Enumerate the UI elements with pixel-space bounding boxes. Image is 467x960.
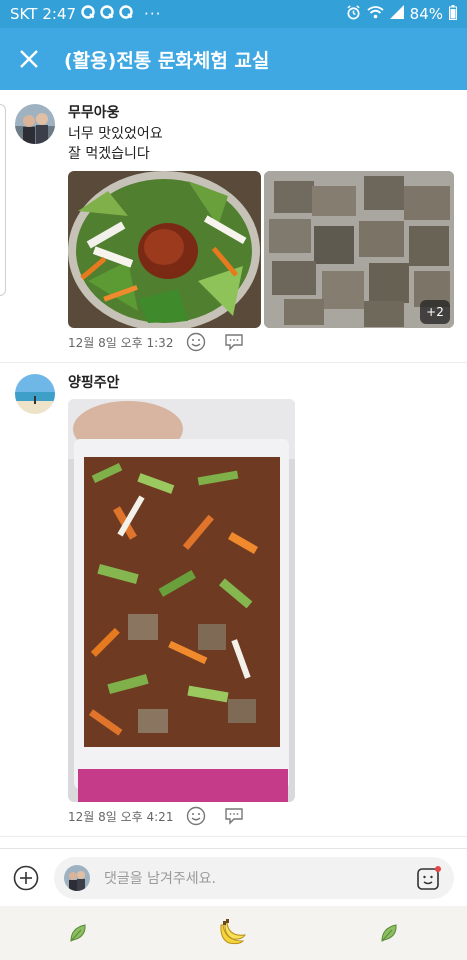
- emoji-reaction-button[interactable]: [184, 805, 208, 827]
- nav-item-center[interactable]: [213, 913, 253, 953]
- banana-icon: [220, 919, 247, 945]
- timestamp: 12월 8일 오후 4:21: [68, 809, 174, 824]
- nav-item-left[interactable]: [58, 913, 98, 953]
- bottom-navigation: [0, 906, 467, 960]
- battery-icon: [449, 4, 457, 24]
- sticker-button[interactable]: [416, 865, 442, 891]
- avatar: [64, 865, 90, 891]
- author-name[interactable]: 양핑주안: [68, 372, 120, 392]
- comment-meta: 12월 8일 오후 1:32: [68, 331, 260, 353]
- comment-icon: [225, 334, 243, 351]
- emoji-reaction-button[interactable]: [184, 331, 208, 353]
- comment-feed[interactable]: 무무아웅 너무 맛있었어요 잘 먹겠습니다 +2 12월 8일 오후 1:32 …: [0, 90, 467, 848]
- signal-icon: [389, 5, 404, 23]
- leaf-icon: [381, 924, 397, 942]
- nav-item-right[interactable]: [369, 913, 409, 953]
- jelly-photo[interactable]: +2: [264, 171, 454, 328]
- carrier-label: SKT: [10, 5, 38, 23]
- q-icon: [100, 5, 114, 23]
- reply-button[interactable]: [222, 331, 246, 353]
- avatar[interactable]: [15, 374, 55, 414]
- page-title: (활용)전통 문화체험 교실: [64, 49, 270, 72]
- avatar[interactable]: [15, 104, 55, 144]
- comment-icon: [225, 808, 243, 825]
- clock: 2:47: [42, 5, 77, 23]
- reply-button[interactable]: [222, 805, 246, 827]
- leaf-icon: [70, 924, 86, 942]
- smiley-icon: [186, 806, 206, 826]
- q-icon: [119, 5, 133, 23]
- close-icon: [20, 50, 38, 68]
- plus-circle-icon: [13, 865, 39, 891]
- alarm-icon: [346, 4, 361, 24]
- more-photos-badge[interactable]: +2: [420, 300, 450, 324]
- comment-line: 잘 먹겠습니다: [68, 146, 150, 162]
- sticker-icon: [417, 866, 441, 890]
- author-name[interactable]: 무무아웅: [68, 102, 120, 122]
- q-icon: [81, 5, 95, 23]
- list-item: 양핑주안 12월 8일 오후 4:21: [0, 362, 467, 836]
- input-placeholder: 댓글을 남겨주세요.: [104, 871, 216, 887]
- timestamp: 12월 8일 오후 1:32: [68, 335, 174, 350]
- status-bar: SKT 2:47 ··· 84%: [0, 0, 467, 28]
- comment-meta: 12월 8일 오후 4:21: [68, 805, 260, 827]
- salad-photo[interactable]: [68, 171, 261, 328]
- mixed-salad-photo[interactable]: [68, 399, 295, 802]
- comment-input-bar: 댓글을 남겨주세요.: [0, 848, 467, 906]
- wifi-icon: [367, 5, 384, 23]
- more-notifications-icon: ···: [144, 5, 162, 23]
- add-attachment-button[interactable]: [13, 865, 39, 891]
- comment-line: 너무 맛있었어요: [68, 126, 163, 142]
- app-bar: (활용)전통 문화체험 교실: [0, 28, 467, 90]
- comment-text: 너무 맛있었어요 잘 먹겠습니다: [68, 124, 163, 164]
- comment-input[interactable]: 댓글을 남겨주세요.: [54, 857, 454, 899]
- divider: [0, 836, 467, 837]
- list-item: 무무아웅 너무 맛있었어요 잘 먹겠습니다 +2 12월 8일 오후 1:32: [0, 90, 467, 362]
- close-button[interactable]: [16, 46, 42, 72]
- battery-level: 84%: [409, 5, 443, 23]
- smiley-icon: [186, 332, 206, 352]
